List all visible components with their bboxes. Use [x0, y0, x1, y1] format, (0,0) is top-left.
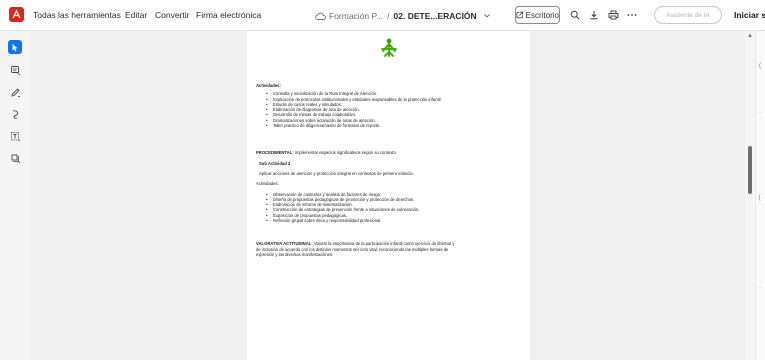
tool-rail: [0, 31, 29, 360]
open-in-desktop-button[interactable]: Escritorio: [515, 6, 560, 24]
panel-marker-icon: (: [759, 63, 761, 69]
sena-logo-icon: [381, 38, 397, 57]
download-icon[interactable]: [587, 8, 601, 22]
menu-e-signature[interactable]: Firma electrónica: [196, 10, 261, 20]
list-item: Taller práctico de diligenciamiento de f…: [266, 123, 521, 129]
activity-list: Observación de contextos y análisis de f…: [256, 192, 521, 224]
valorativa-line: Valorar la importancia de la participaci…: [313, 241, 455, 247]
menu-all-tools[interactable]: Todas las herramientas: [33, 10, 121, 20]
pdf-page: Actividades: Consulta y socialización de…: [247, 31, 530, 360]
file-name[interactable]: 02. DETE...ERACIÓN: [394, 11, 477, 21]
procedimental-label: PROCEDIMENTAL:: [256, 150, 294, 156]
panel-marker-icon: ·: [759, 285, 761, 291]
cloud-icon: [315, 12, 326, 20]
list-item: Reflexión grupal sobre ética y responsab…: [266, 218, 521, 224]
search-icon[interactable]: [568, 8, 582, 22]
cloud-folder-label[interactable]: Formación P...: [329, 11, 383, 21]
valorativa-line: expresión y las diversas manifestaciones…: [256, 251, 334, 257]
adobe-acrobat-logo[interactable]: [9, 7, 24, 22]
ai-assistant-button[interactable]: Asistente de IA: [654, 6, 722, 24]
open-in-desktop-label: Escritorio: [525, 10, 559, 20]
acrobat-window: Todas las herramientas Editar Convertir …: [0, 0, 765, 360]
print-icon[interactable]: [606, 8, 620, 22]
section-heading: Actividades:: [256, 181, 279, 187]
panel-marker-icon: ·: [759, 110, 761, 116]
top-toolbar: Todas las herramientas Editar Convertir …: [0, 0, 765, 31]
scroll-up-arrow-icon[interactable]: ▲: [747, 33, 753, 39]
document-title[interactable]: Formación P... / 02. DETE...ERACIÓN: [315, 9, 491, 23]
more-icon[interactable]: [625, 8, 639, 22]
stamp-tool-icon[interactable]: [8, 151, 22, 165]
acrobat-mark-icon: [12, 9, 21, 19]
scroll-thumb[interactable]: [748, 146, 752, 194]
page-text: Actividades: Consulta y socialización de…: [256, 83, 521, 257]
lasso-tool-icon[interactable]: [8, 107, 22, 121]
select-tool-icon[interactable]: [8, 40, 22, 54]
right-side-panel: ( · [ ·: [755, 31, 765, 360]
ai-assistant-label: Asistente de IA: [666, 11, 710, 19]
section-heading: Actividades:: [256, 83, 281, 88]
valorativa-paragraph: VALORATIVA ACTITUDINAL: Valorar la impor…: [256, 241, 521, 257]
activity-list: Consulta y socialización de la Ruta Inte…: [256, 91, 521, 128]
text-tool-icon[interactable]: [8, 129, 22, 143]
sub-activity-title: Sub Actividad 3: [259, 160, 291, 166]
menu-edit[interactable]: Editar: [125, 10, 147, 20]
chevron-down-icon[interactable]: [483, 13, 491, 19]
valorativa-label: VALORATIVA ACTITUDINAL:: [256, 241, 313, 247]
comment-tool-icon[interactable]: [8, 63, 22, 77]
external-window-icon: [516, 11, 524, 19]
vertical-scrollbar[interactable]: ▲: [745, 31, 755, 360]
procedimental-text: Implementar espacios significativos segú…: [294, 150, 397, 156]
procedimental-paragraph: PROCEDIMENTAL: Implementar espacios sign…: [256, 150, 521, 155]
document-viewer[interactable]: Actividades: Consulta y socialización de…: [29, 31, 745, 360]
panel-marker-icon: [: [759, 195, 761, 201]
path-separator: /: [387, 11, 390, 21]
sub-activity-text: Aplicar acciones de atención y protecció…: [259, 170, 414, 176]
sign-in-button[interactable]: Iniciar ses: [734, 10, 765, 20]
pen-tool-icon[interactable]: [8, 85, 22, 99]
menu-convert[interactable]: Convertir: [155, 10, 189, 20]
